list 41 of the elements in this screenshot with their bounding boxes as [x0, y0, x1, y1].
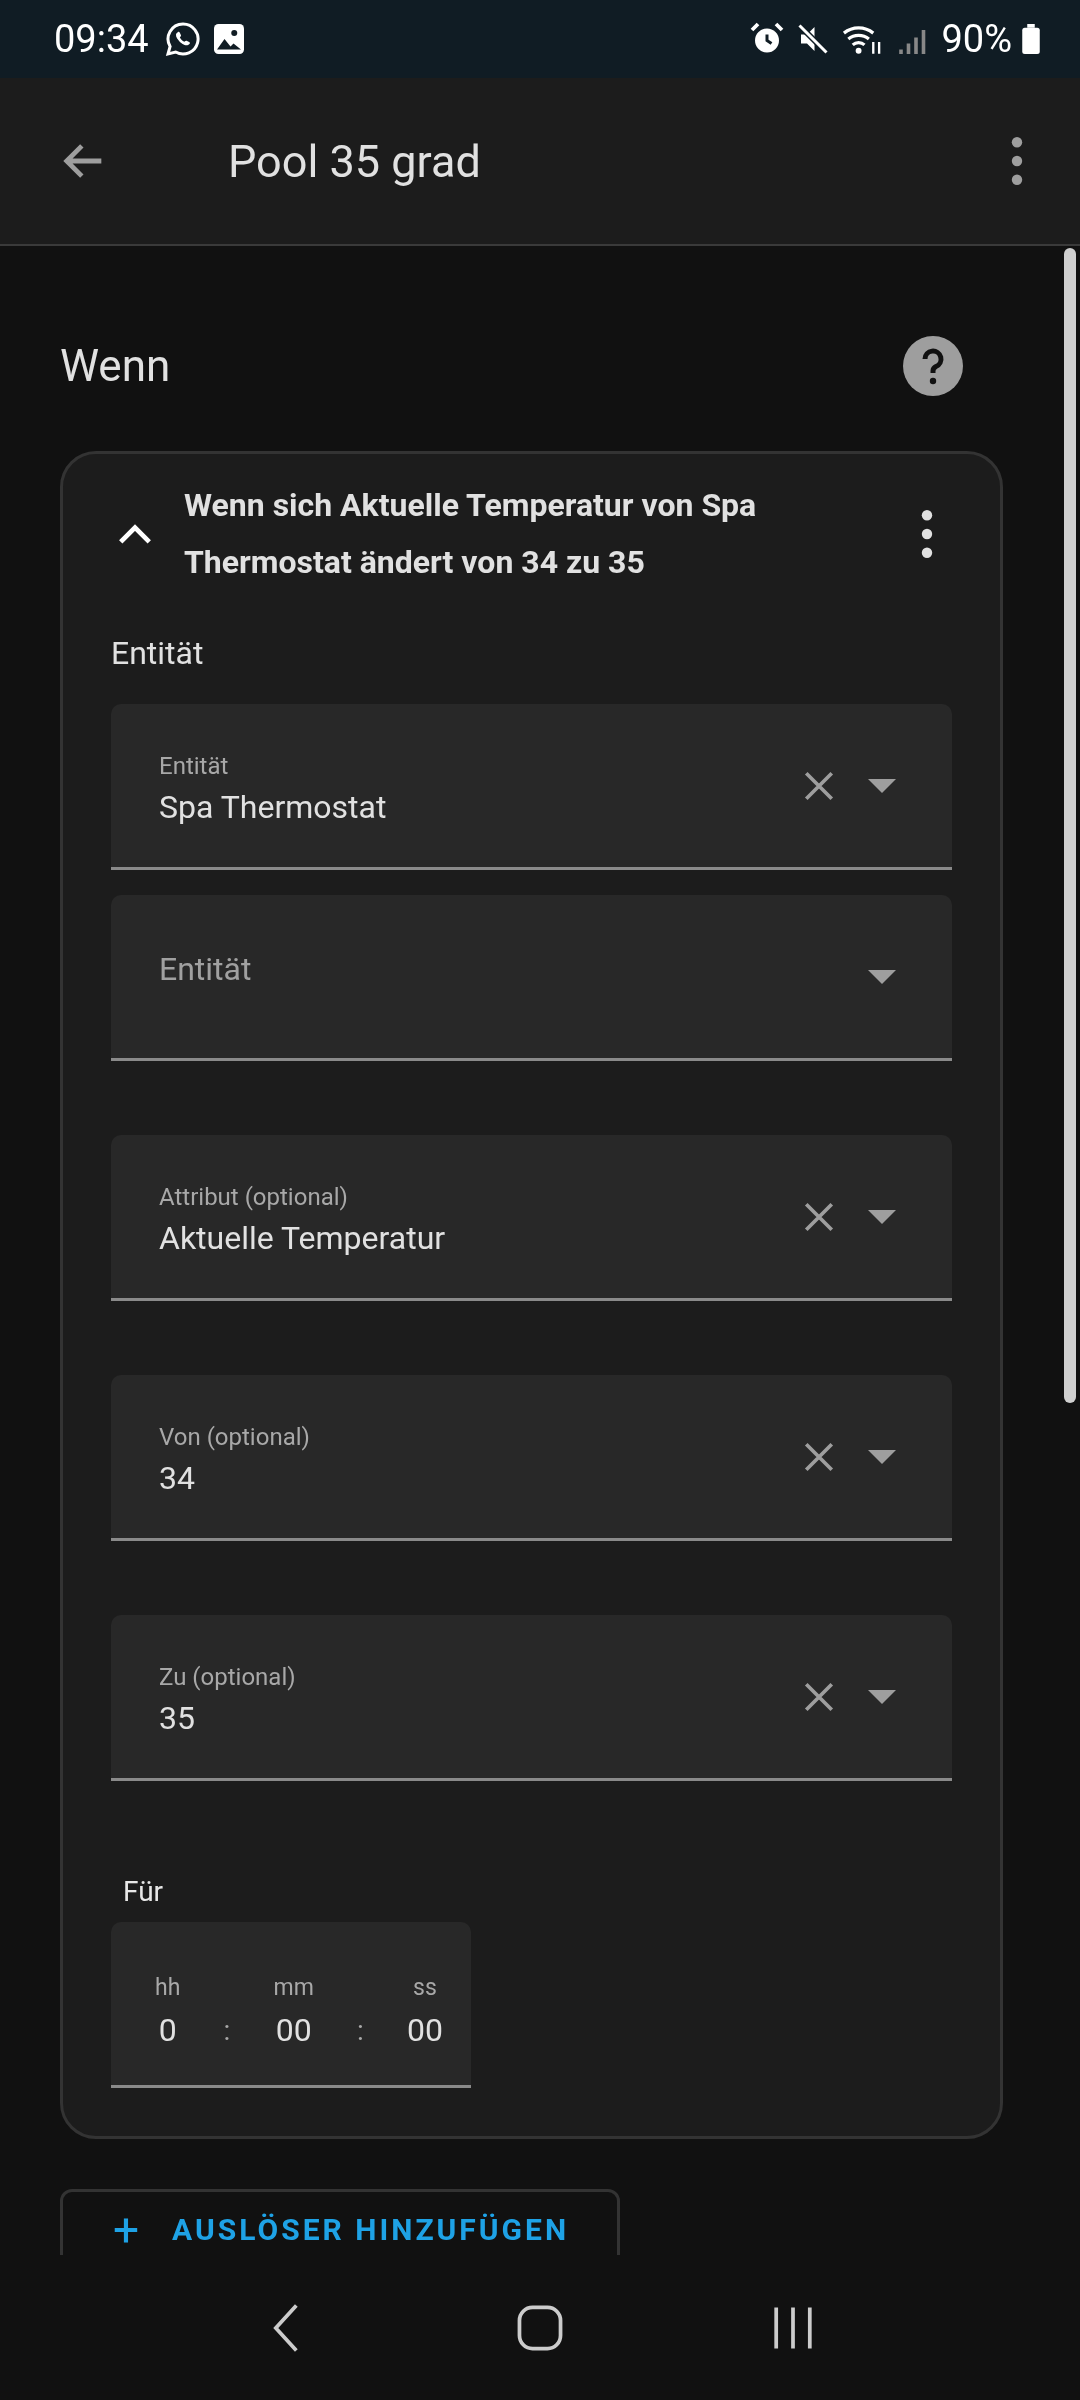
field-value: 35	[159, 1698, 196, 1737]
unit-label: mm	[273, 1974, 314, 2001]
more-options-icon[interactable]	[1010, 136, 1024, 186]
field-label: Von (optional)	[159, 1422, 311, 1451]
scrollbar[interactable]	[1064, 248, 1076, 1403]
time-value: 00	[275, 2011, 312, 2049]
time-value: 00	[407, 2011, 443, 2049]
clock: 09:34	[54, 17, 149, 61]
duration-label: Für	[123, 1875, 165, 1908]
unit-label: ss	[413, 1974, 437, 2001]
select-field[interactable]: Attribut (optional) Aktuelle Temperatur	[111, 1135, 952, 1301]
field-value: 34	[159, 1458, 196, 1497]
dropdown-caret-icon[interactable]	[868, 778, 896, 793]
entity-select[interactable]: Entität Spa Thermostat	[111, 704, 952, 870]
select-field[interactable]: Von (optional) 34	[111, 1375, 952, 1541]
page-title: Pool 35 grad	[228, 134, 481, 188]
battery-icon	[1022, 24, 1040, 54]
help-icon[interactable]	[903, 336, 963, 396]
chat-icon	[164, 21, 201, 57]
field-placeholder: Entität	[159, 949, 253, 988]
field-value: Spa Thermostat	[159, 787, 388, 826]
battery-percent: 90%	[941, 17, 1012, 61]
field-label: Entität	[159, 751, 230, 780]
dropdown-caret-icon[interactable]	[868, 969, 896, 984]
time-separator: :	[357, 2014, 364, 2049]
unit-label: hh	[155, 1974, 181, 2001]
field-label: Attribut (optional)	[159, 1182, 349, 1211]
time-separator: :	[223, 2014, 231, 2049]
trigger-summary[interactable]: Wenn sich Aktuelle Temperatur von Spa Thermostat ändert von 34 zu 35	[184, 477, 920, 591]
dropdown-caret-icon[interactable]	[868, 1689, 896, 1704]
time-value: 0	[158, 2011, 177, 2049]
dropdown-caret-icon[interactable]	[868, 1209, 896, 1224]
section-title: Wenn	[60, 340, 171, 392]
select-field[interactable]: Zu (optional) 35	[111, 1615, 952, 1781]
field-value: Aktuelle Temperatur	[159, 1218, 447, 1257]
dropdown-caret-icon[interactable]	[868, 1449, 896, 1464]
field-label: Zu (optional)	[159, 1662, 297, 1691]
field-group-label: Entität	[111, 634, 205, 672]
entity-select[interactable]: Entität	[111, 895, 952, 1061]
more-options-icon[interactable]	[920, 509, 934, 559]
duration-field[interactable]: hh 0 : mm 00 : ss 00	[111, 1922, 471, 2088]
